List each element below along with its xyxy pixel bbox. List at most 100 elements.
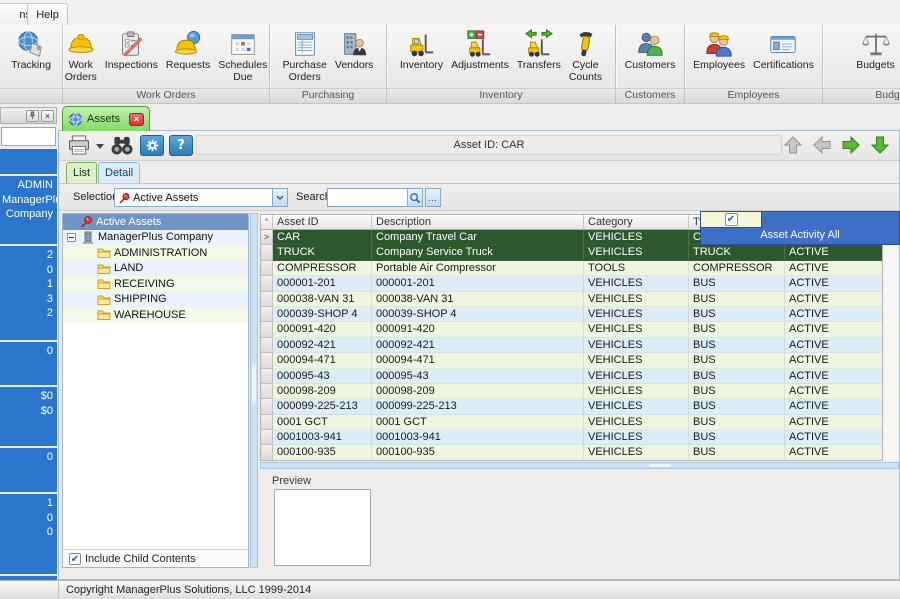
table-row[interactable]: 000095-43000095-43VEHICLESBUSACTIVE bbox=[261, 369, 882, 384]
table-row[interactable]: 000094-471000094-471VEHICLESBUSACTIVE bbox=[261, 353, 882, 368]
print-icon[interactable] bbox=[67, 135, 91, 156]
vertical-splitter[interactable] bbox=[250, 213, 258, 568]
sidebar-search-input[interactable] bbox=[1, 127, 56, 146]
cell-asset-id[interactable]: 000092-421 bbox=[273, 338, 372, 353]
cell-asset-id[interactable]: 000098-209 bbox=[273, 384, 372, 399]
ribbon-button-employees[interactable]: Employees bbox=[690, 28, 748, 73]
cell-category[interactable]: VEHICLES bbox=[584, 230, 689, 245]
horizontal-splitter[interactable] bbox=[260, 462, 899, 469]
column-header-description[interactable]: Description bbox=[372, 215, 584, 230]
cell-status[interactable]: ACTIVE bbox=[785, 384, 882, 399]
cell-type[interactable]: BUS bbox=[689, 353, 785, 368]
nav-down-arrow-icon[interactable] bbox=[869, 135, 891, 155]
table-row[interactable]: 000039-SHOP 4000039-SHOP 4VEHICLESBUSACT… bbox=[261, 307, 882, 322]
cell-category[interactable]: VEHICLES bbox=[584, 415, 689, 430]
cell-category[interactable]: VEHICLES bbox=[584, 276, 689, 291]
cell-type[interactable]: BUS bbox=[689, 292, 785, 307]
cell-category[interactable]: VEHICLES bbox=[584, 353, 689, 368]
tree-item-administration[interactable]: ADMINISTRATION bbox=[63, 245, 248, 261]
cell-status[interactable]: ACTIVE bbox=[785, 338, 882, 353]
find-binoculars-icon[interactable] bbox=[109, 135, 135, 156]
cell-description[interactable]: 0001 GCT bbox=[372, 415, 584, 430]
ribbon-button-schedules-due[interactable]: Schedules Due bbox=[215, 28, 270, 84]
cell-description[interactable]: Portable Air Compressor bbox=[372, 261, 584, 276]
table-row[interactable]: 000001-201000001-201VEHICLESBUSACTIVE bbox=[261, 276, 882, 291]
ribbon-button-adjustments[interactable]: Adjustments bbox=[448, 28, 512, 73]
more-options-button[interactable]: … bbox=[425, 188, 441, 207]
cell-category[interactable]: VEHICLES bbox=[584, 292, 689, 307]
cell-description[interactable]: 000098-209 bbox=[372, 384, 584, 399]
cell-type[interactable]: TRUCK bbox=[689, 245, 785, 260]
help-button[interactable]: ? bbox=[169, 135, 193, 156]
tab-list[interactable]: List bbox=[66, 162, 97, 183]
table-row[interactable]: 000100-935000100-935VEHICLESBUSACTIVE bbox=[261, 445, 882, 460]
ribbon-button-work-orders[interactable]: Work Orders bbox=[62, 28, 100, 84]
cell-status[interactable]: ACTIVE bbox=[785, 245, 882, 260]
table-row[interactable]: TRUCKCompany Service TruckVEHICLESTRUCKA… bbox=[261, 245, 882, 260]
cell-description[interactable]: 000091-420 bbox=[372, 322, 584, 337]
cell-description[interactable]: 000001-201 bbox=[372, 276, 584, 291]
cell-asset-id[interactable]: 0001003-941 bbox=[273, 430, 372, 445]
cell-type[interactable]: BUS bbox=[689, 338, 785, 353]
table-row[interactable]: COMPRESSORPortable Air CompressorTOOLSCO… bbox=[261, 261, 882, 276]
cell-description[interactable]: 000100-935 bbox=[372, 445, 584, 460]
print-dropdown-icon[interactable] bbox=[96, 143, 104, 149]
cell-type[interactable]: BUS bbox=[689, 307, 785, 322]
ribbon-button-inventory[interactable]: Inventory bbox=[397, 28, 446, 73]
popup-checkbox-cell[interactable]: ✔ bbox=[701, 212, 762, 228]
cell-category[interactable]: VEHICLES bbox=[584, 338, 689, 353]
cell-asset-id[interactable]: 000095-43 bbox=[273, 369, 372, 384]
tab-close-icon[interactable]: × bbox=[129, 113, 144, 126]
ribbon-button-cycle-counts[interactable]: Cycle Counts bbox=[566, 28, 605, 84]
cell-status[interactable]: ACTIVE bbox=[785, 369, 882, 384]
cell-status[interactable]: ACTIVE bbox=[785, 445, 882, 460]
cell-status[interactable]: ACTIVE bbox=[785, 353, 882, 368]
column-header-asset-id[interactable]: Asset ID bbox=[273, 215, 372, 230]
cell-status[interactable]: ACTIVE bbox=[785, 399, 882, 414]
cell-status[interactable]: ACTIVE bbox=[785, 276, 882, 291]
table-row[interactable]: 000092-421000092-421VEHICLESBUSACTIVE bbox=[261, 338, 882, 353]
column-header-category[interactable]: Category bbox=[584, 215, 689, 230]
cell-description[interactable]: Company Travel Car bbox=[372, 230, 584, 245]
cell-type[interactable]: BUS bbox=[689, 399, 785, 414]
cell-type[interactable]: BUS bbox=[689, 384, 785, 399]
cell-category[interactable]: VEHICLES bbox=[584, 384, 689, 399]
tree-item-active-assets[interactable]: Active Assets bbox=[63, 214, 248, 230]
tab-detail[interactable]: Detail bbox=[98, 162, 140, 183]
table-row[interactable]: 000038-VAN 31000038-VAN 31VEHICLESBUSACT… bbox=[261, 292, 882, 307]
nav-left-arrow-icon[interactable] bbox=[811, 135, 833, 155]
checkbox-checked-icon[interactable]: ✔ bbox=[69, 553, 81, 565]
cell-status[interactable]: ACTIVE bbox=[785, 292, 882, 307]
nav-right-arrow-icon[interactable] bbox=[840, 135, 862, 155]
cell-description[interactable]: 0001003-941 bbox=[372, 430, 584, 445]
table-row[interactable]: 000099-225-213000099-225-213VEHICLESBUSA… bbox=[261, 399, 882, 414]
cell-description[interactable]: 000038-VAN 31 bbox=[372, 292, 584, 307]
ribbon-button-purchase-orders[interactable]: Purchase Orders bbox=[280, 28, 330, 84]
search-button[interactable] bbox=[407, 188, 423, 207]
ribbon-button-customers[interactable]: Customers bbox=[622, 28, 679, 73]
cell-category[interactable]: VEHICLES bbox=[584, 307, 689, 322]
cell-asset-id[interactable]: 0001 GCT bbox=[273, 415, 372, 430]
cell-type[interactable]: BUS bbox=[689, 369, 785, 384]
cell-category[interactable]: VEHICLES bbox=[584, 430, 689, 445]
selection-dropdown-button[interactable] bbox=[272, 189, 287, 206]
sidebar-summary-panel[interactable]: ADMINManagerPlus Company201320$0$00100 bbox=[0, 149, 57, 580]
close-icon[interactable]: × bbox=[41, 110, 54, 122]
cell-type[interactable]: COMPRESSOR bbox=[689, 261, 785, 276]
cell-asset-id[interactable]: TRUCK bbox=[273, 245, 372, 260]
cell-asset-id[interactable]: 000094-471 bbox=[273, 353, 372, 368]
cell-status[interactable]: ACTIVE bbox=[785, 261, 882, 276]
cell-asset-id[interactable]: COMPRESSOR bbox=[273, 261, 372, 276]
cell-type[interactable]: BUS bbox=[689, 276, 785, 291]
ribbon-button-budgets[interactable]: Budgets bbox=[853, 28, 898, 73]
cell-asset-id[interactable]: 000091-420 bbox=[273, 322, 372, 337]
ribbon-tab-help[interactable]: Help bbox=[27, 3, 68, 26]
table-row[interactable]: 000091-420000091-420VEHICLESBUSACTIVE bbox=[261, 322, 882, 337]
cell-description[interactable]: 000099-225-213 bbox=[372, 399, 584, 414]
cell-type[interactable]: BUS bbox=[689, 430, 785, 445]
nav-up-arrow-icon[interactable] bbox=[782, 135, 804, 155]
cell-asset-id[interactable]: CAR bbox=[273, 230, 372, 245]
cell-description[interactable]: 000094-471 bbox=[372, 353, 584, 368]
cell-type[interactable]: BUS bbox=[689, 445, 785, 460]
ribbon-button-vendors[interactable]: Vendors bbox=[332, 28, 377, 73]
